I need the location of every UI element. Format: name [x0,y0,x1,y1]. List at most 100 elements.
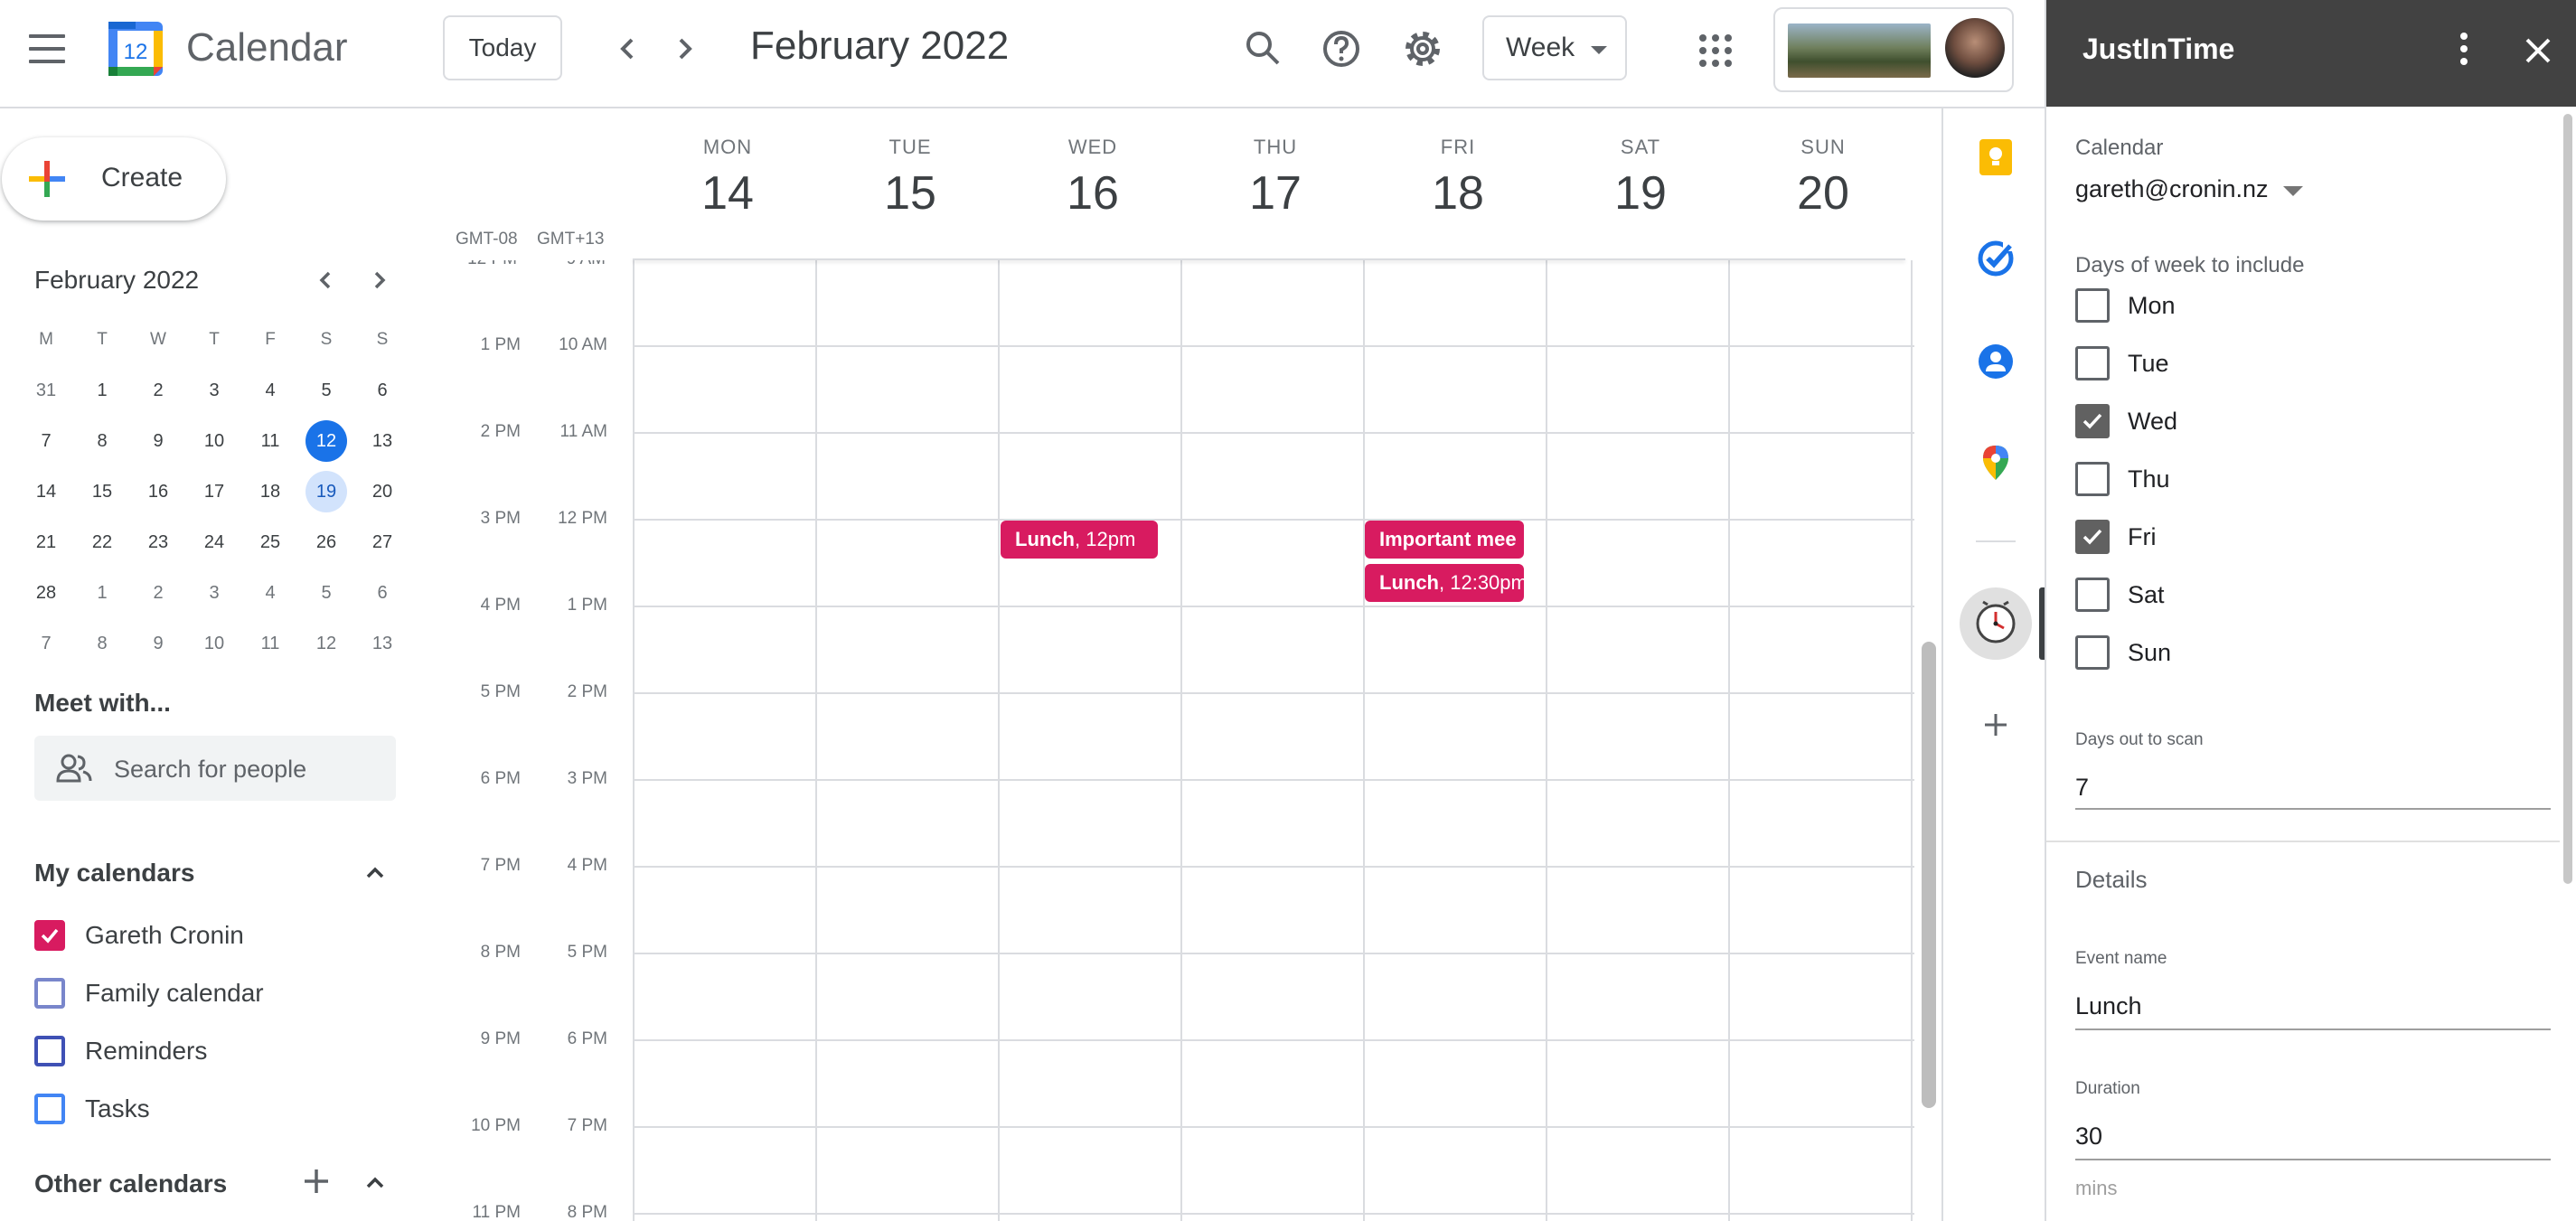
search-people-input[interactable]: Search for people [34,736,396,801]
calendar-select-value[interactable]: gareth@cronin.nz [2075,175,2269,203]
day-checkbox[interactable] [2075,288,2110,323]
mini-day[interactable]: 28 [18,571,74,615]
help-icon[interactable] [1318,25,1365,72]
view-select[interactable]: Week [1482,15,1627,80]
mini-day[interactable]: 1 [74,571,130,615]
mini-day[interactable]: 27 [354,521,410,564]
mini-day[interactable]: 14 [18,470,74,513]
create-button[interactable]: Create [2,137,226,221]
mini-prev-month-icon[interactable] [309,264,342,296]
event-lunch-fri[interactable]: Lunch, 12:30pm [1365,564,1524,602]
collapse-other-calendars-icon[interactable] [362,1169,389,1197]
mini-day[interactable]: 1 [74,369,130,412]
duration-input[interactable]: 30 [2075,1122,2102,1151]
week-grid[interactable] [633,260,1914,1221]
day-option-fri[interactable]: Fri [2075,517,2156,557]
tasks-icon[interactable] [1976,239,2016,278]
add-addon-icon[interactable] [1976,705,2016,745]
mini-day[interactable]: 5 [298,571,354,615]
mini-day[interactable]: 18 [242,470,298,513]
mini-day[interactable]: 4 [242,369,298,412]
mini-day[interactable]: 11 [242,419,298,463]
days-out-input[interactable]: 7 [2075,774,2089,802]
mini-day[interactable]: 22 [74,521,130,564]
mini-day[interactable]: 12 [298,419,354,463]
mini-day[interactable]: 6 [354,571,410,615]
mini-next-month-icon[interactable] [363,264,396,296]
grid-scrollbar[interactable] [1922,642,1936,1108]
collapse-my-calendars-icon[interactable] [362,859,389,887]
avatar[interactable] [1945,18,2005,78]
google-apps-icon[interactable] [1699,34,1732,67]
mini-day[interactable]: 7 [18,622,74,665]
mini-day[interactable]: 15 [74,470,130,513]
contacts-icon[interactable] [1976,342,2016,381]
other-calendars-title[interactable]: Other calendars [34,1169,227,1198]
calendar-item[interactable]: Reminders [34,1028,207,1074]
mini-day[interactable]: 9 [130,622,186,665]
day-checkbox[interactable] [2075,578,2110,612]
day-option-sun[interactable]: Sun [2075,633,2171,672]
add-other-calendar-icon[interactable] [301,1166,332,1197]
mini-day[interactable]: 26 [298,521,354,564]
calendar-item[interactable]: Gareth Cronin [34,913,244,958]
account-switcher[interactable] [1773,7,2014,92]
previous-week-icon[interactable] [606,27,649,70]
keep-icon[interactable] [1976,137,2016,177]
mini-day[interactable]: 4 [242,571,298,615]
day-checkbox[interactable] [2075,404,2110,438]
day-header[interactable]: TUE 15 [819,136,1001,221]
mini-day[interactable]: 10 [186,419,242,463]
settings-icon[interactable] [1399,25,1446,72]
mini-day[interactable]: 8 [74,419,130,463]
mini-day[interactable]: 3 [186,369,242,412]
day-header[interactable]: WED 16 [1001,136,1184,221]
mini-day[interactable]: 10 [186,622,242,665]
mini-day[interactable]: 21 [18,521,74,564]
justintime-clock-icon[interactable] [1960,587,2032,660]
search-icon[interactable] [1240,25,1287,72]
mini-day[interactable]: 8 [74,622,130,665]
main-menu-icon[interactable] [29,34,65,63]
day-checkbox[interactable] [2075,462,2110,496]
my-calendars-title[interactable]: My calendars [34,859,194,888]
mini-day[interactable]: 13 [354,622,410,665]
event-important-meeting-fri[interactable]: Important mee [1365,521,1524,559]
mini-day[interactable]: 17 [186,470,242,513]
more-options-icon[interactable] [2457,33,2471,69]
mini-day[interactable]: 20 [354,470,410,513]
mini-day[interactable]: 7 [18,419,74,463]
day-option-mon[interactable]: Mon [2075,286,2176,325]
calendar-dropdown-icon[interactable] [2283,186,2303,196]
mini-day[interactable]: 12 [298,622,354,665]
today-button[interactable]: Today [443,15,562,80]
mini-day[interactable]: 13 [354,419,410,463]
day-checkbox[interactable] [2075,635,2110,670]
calendar-item[interactable]: Family calendar [34,971,264,1016]
day-option-tue[interactable]: Tue [2075,343,2169,383]
event-lunch-wed[interactable]: Lunch, 12pm [1001,521,1158,559]
mini-day[interactable]: 25 [242,521,298,564]
day-header[interactable]: THU 17 [1184,136,1367,221]
day-header[interactable]: SAT 19 [1549,136,1732,221]
day-number[interactable]: 18 [1367,166,1549,221]
mini-day[interactable]: 2 [130,369,186,412]
close-icon[interactable] [2520,33,2556,69]
calendar-checkbox[interactable] [34,920,65,951]
calendar-logo[interactable]: 12 [107,20,165,78]
day-header[interactable]: SUN 20 [1732,136,1914,221]
day-option-wed[interactable]: Wed [2075,401,2177,441]
mini-day[interactable]: 11 [242,622,298,665]
day-number[interactable]: 20 [1732,166,1914,221]
mini-day[interactable]: 23 [130,521,186,564]
mini-day[interactable]: 19 [298,470,354,513]
mini-day[interactable]: 6 [354,369,410,412]
mini-day[interactable]: 16 [130,470,186,513]
day-number[interactable]: 19 [1549,166,1732,221]
day-option-sat[interactable]: Sat [2075,575,2165,615]
mini-day[interactable]: 31 [18,369,74,412]
day-number[interactable]: 14 [636,166,819,221]
day-header[interactable]: FRI 18 [1367,136,1549,221]
day-number[interactable]: 17 [1184,166,1367,221]
calendar-checkbox[interactable] [34,1094,65,1124]
